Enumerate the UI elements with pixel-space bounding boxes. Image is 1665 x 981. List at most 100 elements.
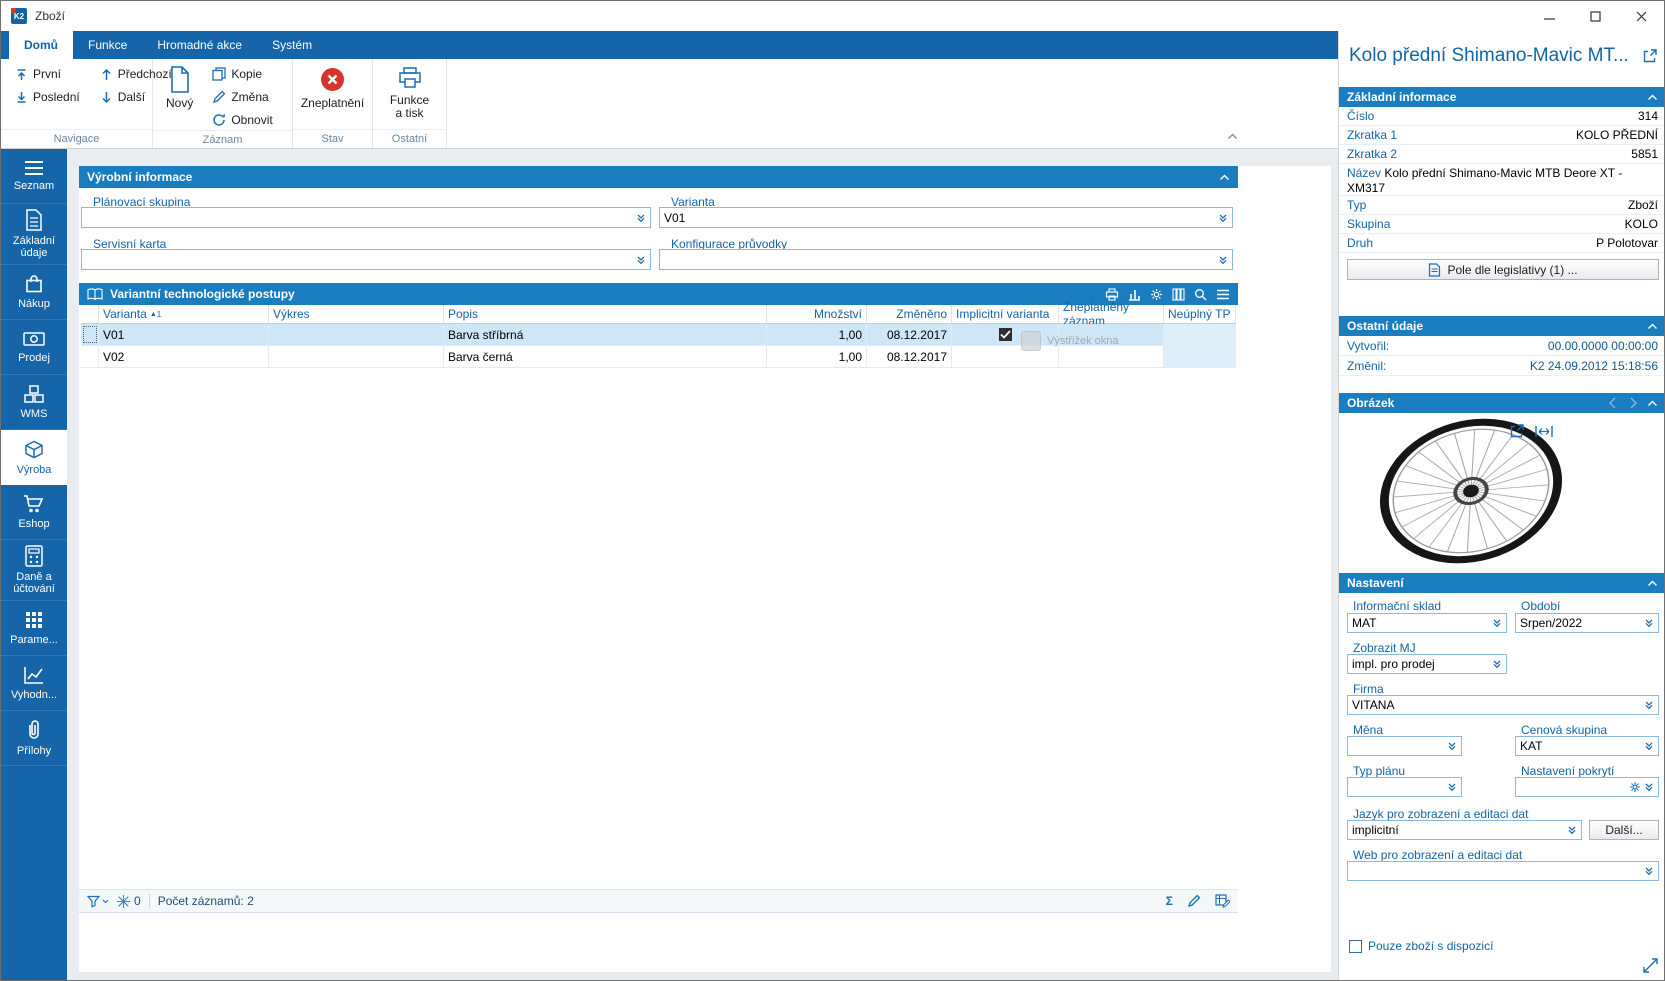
- cell-varianta[interactable]: V02: [99, 346, 269, 367]
- legislativa-button[interactable]: Pole dle legislativy (1) ...: [1347, 259, 1659, 280]
- sidebar-item-vyhodnoceni[interactable]: Vyhodn...: [1, 656, 67, 711]
- nastaveni-pokryti-input[interactable]: [1515, 777, 1659, 797]
- column-header-zmeneno[interactable]: Změněno: [867, 305, 952, 323]
- filter-button[interactable]: [87, 895, 109, 908]
- konfigurace-pruvodky-input[interactable]: [659, 249, 1233, 270]
- cell-popis[interactable]: Barva černá: [444, 346, 767, 367]
- dropdown-icon[interactable]: [1644, 618, 1654, 628]
- section-header-zakladni-informace[interactable]: Základní informace: [1339, 87, 1664, 107]
- dispozice-checkbox-row[interactable]: Pouze zboží s dispozicí: [1349, 939, 1493, 953]
- bar-chart-icon[interactable]: [1128, 288, 1141, 301]
- checked-checkbox-icon[interactable]: [998, 328, 1012, 341]
- cell-popis[interactable]: Barva stříbrná: [444, 324, 767, 345]
- edit-pencil-icon[interactable]: [1187, 894, 1201, 908]
- ribbon-collapse-button[interactable]: [1227, 129, 1238, 143]
- settings-gear-icon[interactable]: [1150, 288, 1163, 301]
- varianta-input[interactable]: V01: [659, 207, 1233, 228]
- dropdown-icon[interactable]: [1447, 741, 1457, 751]
- dalsi-button[interactable]: Další...: [1589, 820, 1659, 840]
- unchecked-checkbox-icon[interactable]: [1349, 939, 1362, 953]
- column-header-popis[interactable]: Popis: [444, 305, 767, 323]
- obdobi-input[interactable]: Srpen/2022: [1515, 613, 1659, 633]
- column-header-varianta[interactable]: Varianta ▲ 1: [99, 305, 269, 323]
- sidebar-item-parametry[interactable]: Parame...: [1, 601, 67, 656]
- maximize-button[interactable]: [1572, 1, 1618, 31]
- cell-neuplny-tp[interactable]: [1164, 346, 1236, 367]
- magnifier-icon[interactable]: [1194, 288, 1207, 301]
- minimize-button[interactable]: [1526, 1, 1572, 31]
- column-header-mnozstvi[interactable]: Množství: [767, 305, 867, 323]
- dropdown-icon[interactable]: [636, 255, 646, 265]
- dropdown-icon[interactable]: [1218, 213, 1228, 223]
- row-selector-header[interactable]: [81, 305, 99, 323]
- tab-hromadne-akce[interactable]: Hromadné akce: [142, 31, 257, 59]
- typ-planu-input[interactable]: [1347, 777, 1462, 797]
- close-button[interactable]: [1618, 1, 1664, 31]
- new-button[interactable]: Nový: [161, 64, 198, 112]
- menu-icon[interactable]: [1216, 289, 1230, 300]
- refresh-button[interactable]: Obnovit: [206, 110, 278, 130]
- column-header-vykres[interactable]: Výkres: [269, 305, 444, 323]
- open-detail-button[interactable]: [1642, 48, 1658, 67]
- servisni-karta-input[interactable]: [81, 249, 651, 270]
- sidebar-item-eshop[interactable]: Eshop: [1, 485, 67, 540]
- collapse-chevron-icon[interactable]: [1647, 90, 1658, 104]
- sidebar-item-wms[interactable]: WMS: [1, 375, 67, 430]
- firma-input[interactable]: VITANA: [1347, 695, 1659, 715]
- first-button[interactable]: První: [9, 64, 86, 84]
- row-selector[interactable]: [81, 324, 99, 345]
- image-prev-icon[interactable]: [1607, 397, 1619, 409]
- row-selector[interactable]: [81, 346, 99, 367]
- columns-icon[interactable]: [1172, 287, 1185, 301]
- zobrazit-mj-input[interactable]: impl. pro prodej: [1347, 654, 1507, 674]
- column-header-neuplny-tp[interactable]: Neúplný TP: [1164, 305, 1236, 323]
- collapse-chevron-icon[interactable]: [1647, 576, 1658, 590]
- dropdown-icon[interactable]: [1644, 741, 1654, 751]
- informacni-sklad-input[interactable]: MAT: [1347, 613, 1507, 633]
- collapse-chevron-icon[interactable]: [1647, 396, 1658, 410]
- collapse-chevron-icon[interactable]: [1647, 319, 1658, 333]
- cell-zmeneno[interactable]: 08.12.2017: [867, 346, 952, 367]
- section-header-ostatni-udaje[interactable]: Ostatní údaje: [1339, 316, 1664, 336]
- sidebar-item-seznam[interactable]: Seznam: [1, 149, 67, 204]
- change-button[interactable]: Změna: [206, 87, 278, 107]
- section-header-nastaveni[interactable]: Nastavení: [1339, 573, 1664, 593]
- dropdown-icon[interactable]: [1447, 782, 1457, 792]
- sidebar-item-vyroba[interactable]: Výroba: [1, 430, 67, 485]
- cell-vykres[interactable]: [269, 346, 444, 367]
- column-header-implicitni-varianta[interactable]: Implicitní varianta: [952, 305, 1059, 323]
- sidebar-item-dane-a-uctovani[interactable]: Daně a účtování: [1, 540, 67, 601]
- column-header-zneplatneny-zaznam[interactable]: Zneplatněný záznam: [1059, 300, 1164, 328]
- cenova-skupina-input[interactable]: KAT: [1515, 736, 1659, 756]
- collapse-chevron-icon[interactable]: [1219, 170, 1230, 184]
- cell-mnozstvi[interactable]: 1,00: [767, 324, 867, 345]
- cell-mnozstvi[interactable]: 1,00: [767, 346, 867, 367]
- dropdown-icon[interactable]: [1644, 782, 1654, 792]
- sidebar-item-zakladni-udaje[interactable]: Základní údaje: [1, 204, 67, 265]
- mena-input[interactable]: [1347, 736, 1462, 756]
- dropdown-icon[interactable]: [1218, 255, 1228, 265]
- cell-zmeneno[interactable]: 08.12.2017: [867, 324, 952, 345]
- grid-edit-icon[interactable]: [1215, 894, 1230, 908]
- print-icon[interactable]: [1105, 287, 1119, 301]
- dropdown-icon[interactable]: [1644, 700, 1654, 710]
- dropdown-icon[interactable]: [1644, 866, 1654, 876]
- sum-button[interactable]: Σ: [1166, 894, 1173, 908]
- resize-grip[interactable]: [1643, 958, 1658, 976]
- tab-domu[interactable]: Domů: [9, 31, 73, 59]
- dropdown-icon[interactable]: [1492, 659, 1502, 669]
- functions-print-button[interactable]: Funkce a tisk: [381, 64, 438, 122]
- sidebar-item-nakup[interactable]: Nákup: [1, 265, 67, 320]
- image-next-icon[interactable]: [1627, 397, 1639, 409]
- last-button[interactable]: Poslední: [9, 87, 86, 107]
- tab-funkce[interactable]: Funkce: [73, 31, 142, 59]
- cell-varianta[interactable]: V01: [99, 324, 269, 345]
- dropdown-icon[interactable]: [1492, 618, 1502, 628]
- cell-neuplny-tp[interactable]: [1164, 324, 1236, 345]
- planovaci-skupina-input[interactable]: [81, 207, 651, 228]
- invalidate-button[interactable]: Zneplatnění: [296, 64, 369, 112]
- cell-vykres[interactable]: [269, 324, 444, 345]
- dropdown-icon[interactable]: [636, 213, 646, 223]
- web-input[interactable]: [1347, 861, 1659, 881]
- dropdown-icon[interactable]: [1567, 825, 1577, 835]
